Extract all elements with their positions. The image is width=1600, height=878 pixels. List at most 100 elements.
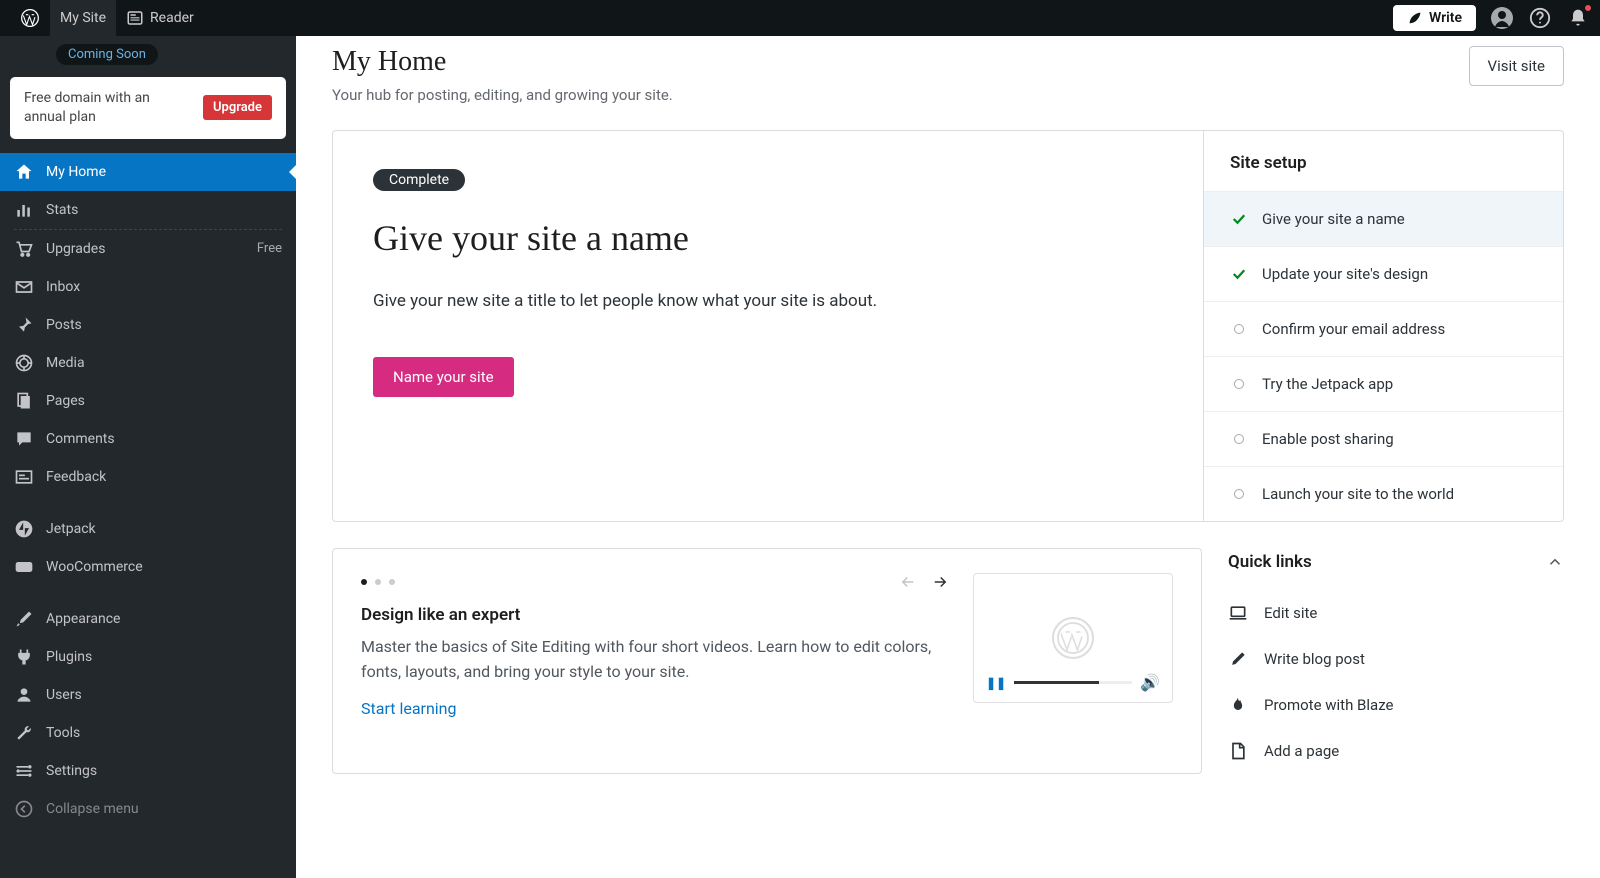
sidebar-item-label: Comments <box>46 431 115 447</box>
wp-logo-menu[interactable] <box>10 0 50 36</box>
reader-icon <box>126 9 144 27</box>
home-icon <box>14 162 34 182</box>
woo-icon <box>14 557 34 577</box>
topbar-my-site-label: My Site <box>60 10 106 26</box>
quick-link-promote-blaze[interactable]: Promote with Blaze <box>1228 682 1564 728</box>
sidebar-item-label: Feedback <box>46 469 106 485</box>
site-setup-panel: Site setup Give your site a name Update … <box>1203 131 1563 521</box>
laptop-icon <box>1228 603 1248 623</box>
upgrade-card: Free domain with an annual plan Upgrade <box>10 77 286 139</box>
quick-link-edit-site[interactable]: Edit site <box>1228 590 1564 636</box>
sidebar-item-upgrades[interactable]: Upgrades Free <box>0 230 296 268</box>
setup-step[interactable]: Launch your site to the world <box>1204 466 1563 521</box>
stats-icon <box>14 200 34 220</box>
learn-card-title: Design like an expert <box>361 605 949 625</box>
sidebar-item-label: Stats <box>46 202 78 218</box>
sidebar: Coming Soon Free domain with an annual p… <box>0 36 296 878</box>
notification-dot <box>1584 4 1592 12</box>
flame-icon <box>1228 695 1248 715</box>
quick-link-write-post[interactable]: Write blog post <box>1228 636 1564 682</box>
learn-card: Design like an expert Master the basics … <box>332 548 1202 774</box>
circle-icon <box>1234 324 1244 334</box>
sidebar-item-settings[interactable]: Settings <box>0 752 296 790</box>
setup-step[interactable]: Update your site's design <box>1204 246 1563 301</box>
upgrade-button[interactable]: Upgrade <box>203 95 272 120</box>
sidebar-item-jetpack[interactable]: Jetpack <box>0 510 296 548</box>
pause-icon[interactable]: ❚❚ <box>986 676 1006 690</box>
sidebar-item-woocommerce[interactable]: WooCommerce <box>0 548 296 586</box>
media-icon <box>14 353 34 373</box>
setup-step-label: Give your site a name <box>1262 210 1405 228</box>
quill-icon <box>1407 10 1423 26</box>
video-thumbnail[interactable]: ❚❚ 🔊 <box>973 573 1173 703</box>
sidebar-item-appearance[interactable]: Appearance <box>0 600 296 638</box>
mail-icon <box>14 277 34 297</box>
circle-icon <box>1234 434 1244 444</box>
sidebar-item-label: Tools <box>46 725 80 741</box>
video-progress[interactable] <box>1014 681 1132 684</box>
write-button[interactable]: Write <box>1393 5 1476 31</box>
chevron-up-icon[interactable] <box>1546 553 1564 571</box>
sidebar-item-inbox[interactable]: Inbox <box>0 268 296 306</box>
quick-link-label: Edit site <box>1264 604 1317 622</box>
notifications-icon[interactable] <box>1566 6 1590 30</box>
prev-button[interactable] <box>899 573 917 591</box>
profile-icon[interactable] <box>1490 6 1514 30</box>
sidebar-item-comments[interactable]: Comments <box>0 420 296 458</box>
start-learning-link[interactable]: Start learning <box>361 699 457 718</box>
setup-step-label: Confirm your email address <box>1262 320 1445 338</box>
sidebar-item-users[interactable]: Users <box>0 676 296 714</box>
settings-icon <box>14 761 34 781</box>
sidebar-item-media[interactable]: Media <box>0 344 296 382</box>
complete-badge: Complete <box>373 169 465 191</box>
topbar-reader[interactable]: Reader <box>116 0 204 36</box>
circle-icon <box>1234 379 1244 389</box>
sidebar-item-label: My Home <box>46 164 106 180</box>
user-icon <box>14 685 34 705</box>
name-your-site-button[interactable]: Name your site <box>373 357 514 397</box>
sidebar-item-my-home[interactable]: My Home <box>0 153 296 191</box>
wordpress-icon <box>1052 617 1094 659</box>
sidebar-item-label: Plugins <box>46 649 92 665</box>
cart-icon <box>14 239 34 259</box>
pin-icon <box>14 315 34 335</box>
sidebar-item-posts[interactable]: Posts <box>0 306 296 344</box>
site-setup-title: Site setup <box>1204 131 1563 191</box>
sidebar-item-label: Collapse menu <box>46 801 139 817</box>
setup-heading: Give your site a name <box>373 217 1163 259</box>
topbar-reader-label: Reader <box>150 10 194 26</box>
jetpack-icon <box>14 519 34 539</box>
page-title: My Home <box>332 46 673 78</box>
wrench-icon <box>14 723 34 743</box>
sidebar-item-plugins[interactable]: Plugins <box>0 638 296 676</box>
next-button[interactable] <box>931 573 949 591</box>
setup-step[interactable]: Confirm your email address <box>1204 301 1563 356</box>
sidebar-item-label: Appearance <box>46 611 120 627</box>
feedback-icon <box>14 467 34 487</box>
visit-site-button[interactable]: Visit site <box>1469 46 1564 86</box>
sidebar-item-label: Posts <box>46 317 82 333</box>
main-content: My Home Your hub for posting, editing, a… <box>296 36 1600 878</box>
coming-soon-badge: Coming Soon <box>56 44 158 65</box>
help-icon[interactable] <box>1528 6 1552 30</box>
sidebar-item-label: Upgrades <box>46 241 105 257</box>
quick-link-label: Promote with Blaze <box>1264 696 1394 714</box>
plug-icon <box>14 647 34 667</box>
sidebar-item-collapse[interactable]: Collapse menu <box>0 790 296 828</box>
sidebar-item-label: Pages <box>46 393 85 409</box>
sidebar-item-label: Media <box>46 355 85 371</box>
sidebar-badge-free: Free <box>257 241 282 256</box>
setup-step[interactable]: Enable post sharing <box>1204 411 1563 466</box>
topbar-my-site[interactable]: My Site <box>50 0 116 36</box>
setup-step[interactable]: Try the Jetpack app <box>1204 356 1563 411</box>
sidebar-item-pages[interactable]: Pages <box>0 382 296 420</box>
sidebar-item-stats[interactable]: Stats <box>0 191 296 229</box>
sidebar-item-feedback[interactable]: Feedback <box>0 458 296 496</box>
quick-link-add-page[interactable]: Add a page <box>1228 728 1564 774</box>
sidebar-item-tools[interactable]: Tools <box>0 714 296 752</box>
volume-icon[interactable]: 🔊 <box>1140 673 1160 692</box>
sidebar-item-label: Jetpack <box>46 521 96 537</box>
setup-step[interactable]: Give your site a name <box>1204 191 1563 246</box>
setup-step-label: Try the Jetpack app <box>1262 375 1393 393</box>
write-button-label: Write <box>1429 10 1462 26</box>
